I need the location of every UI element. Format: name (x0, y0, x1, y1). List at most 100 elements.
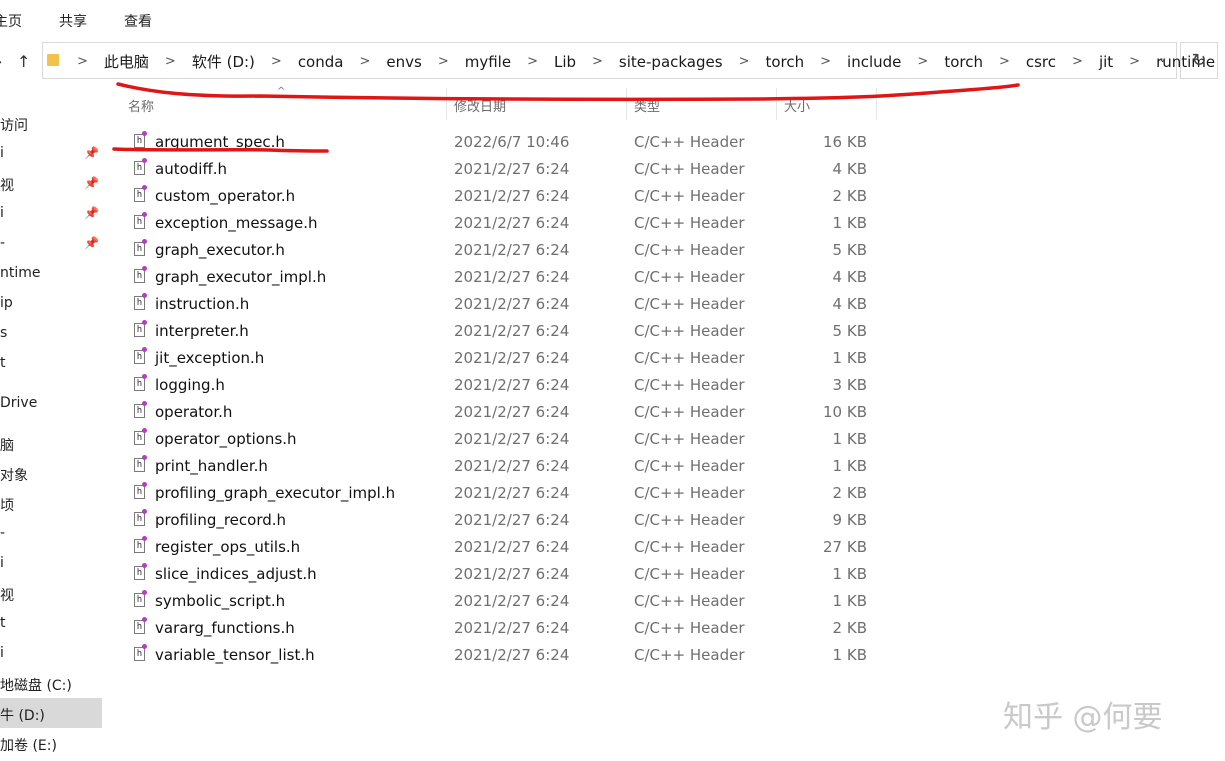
file-row[interactable]: h vararg_functions.h 2021/2/27 6:24 C/C++ H… (126, 615, 878, 642)
file-row[interactable]: h variable_tensor_list.h 2021/2/27 6:24 C/C… (126, 642, 878, 669)
crumb-this-pc[interactable]: 此电脑 (96, 51, 157, 72)
chevron-right-icon[interactable]: > (909, 54, 936, 69)
file-row[interactable]: h register_ops_utils.h 2021/2/27 6:24 C/C++… (126, 534, 878, 561)
header-file-icon: h (134, 539, 145, 553)
chevron-right-icon[interactable]: > (584, 54, 611, 69)
file-row[interactable]: h slice_indices_adjust.h 2021/2/27 6:24 C/C… (126, 561, 878, 588)
nav-item-drive-d[interactable]: 牛 (D:) (0, 705, 45, 725)
column-divider[interactable] (446, 88, 447, 120)
pin-icon[interactable]: 📌 (84, 176, 99, 190)
pin-icon[interactable]: 📌 (84, 206, 99, 220)
chevron-right-icon[interactable]: > (157, 54, 184, 69)
file-badge-icon (142, 212, 147, 217)
file-row[interactable]: h instruction.h 2021/2/27 6:24 C/C++ Header… (126, 291, 878, 318)
crumb-csrc[interactable]: csrc (1018, 53, 1064, 71)
nav-item-drive-e[interactable]: 加卷 (E:) (0, 735, 57, 755)
chevron-right-icon[interactable]: > (430, 54, 457, 69)
nav-item-pictures[interactable]: - (0, 525, 5, 541)
tab-view[interactable]: 查看 (124, 11, 152, 31)
nav-item-7[interactable]: t (0, 355, 6, 371)
nav-item-videos[interactable]: 顷 (0, 495, 14, 515)
nav-item-pinned-2[interactable]: 视 (0, 175, 14, 195)
crumb-myfile[interactable]: myfile (457, 53, 519, 71)
file-modified-date: 2021/2/27 6:24 (454, 403, 570, 421)
chevron-right-icon[interactable]: > (731, 54, 758, 69)
file-row[interactable]: h jit_exception.h 2021/2/27 6:24 C/C++ Head… (126, 345, 878, 372)
crumb-conda[interactable]: conda (290, 53, 352, 71)
column-header-date[interactable]: 修改日期 (454, 96, 506, 115)
nav-item-this-pc[interactable]: 脑 (0, 435, 14, 455)
chevron-right-icon[interactable]: > (263, 54, 290, 69)
refresh-button[interactable]: ↻ (1180, 42, 1218, 79)
crumb-jit[interactable]: jit (1091, 53, 1121, 71)
crumb-envs[interactable]: envs (378, 53, 429, 71)
column-divider[interactable] (776, 88, 777, 120)
file-modified-date: 2021/2/27 6:24 (454, 349, 570, 367)
nav-item-5[interactable]: ip (0, 295, 13, 311)
up-arrow-icon[interactable]: ↑ (17, 52, 30, 72)
file-row[interactable]: h operator.h 2021/2/27 6:24 C/C++ Header 10 … (126, 399, 878, 426)
chevron-down-icon[interactable]: ⌄ (1157, 51, 1168, 66)
sort-caret-icon: ^ (277, 86, 286, 97)
nav-item-drive-c[interactable]: 地磁盘 (C:) (0, 675, 72, 695)
address-bar[interactable]: > 此电脑 > 软件 (D:) > conda > envs > myfile … (42, 42, 1215, 79)
back-icon[interactable]: › (0, 52, 2, 72)
column-header-name[interactable]: 名称 (128, 96, 154, 115)
nav-item-3d-objects[interactable]: 对象 (0, 465, 28, 485)
nav-item-pinned-1[interactable]: i (0, 145, 4, 161)
file-row[interactable]: h argument_spec.h 2022/6/7 10:46 C/C++ Head… (126, 129, 878, 156)
file-size: 2 KB (832, 484, 867, 502)
file-type: C/C++ Header (634, 430, 745, 448)
nav-item-6[interactable]: s (0, 325, 7, 341)
chevron-right-icon[interactable]: > (69, 54, 96, 69)
file-row[interactable]: h print_handler.h 2021/2/27 6:24 C/C++ Head… (126, 453, 878, 480)
crumb-lib[interactable]: Lib (546, 53, 584, 71)
nav-item-desktop[interactable]: i (0, 645, 4, 661)
nav-item-pinned-4[interactable]: - (0, 235, 5, 251)
column-divider[interactable] (626, 88, 627, 120)
crumb-include[interactable]: include (839, 53, 909, 71)
crumb-site-packages[interactable]: site-packages (611, 53, 731, 71)
pin-icon[interactable]: 📌 (84, 236, 99, 250)
nav-item-onedrive[interactable]: Drive (0, 395, 37, 411)
crumb-torch-2[interactable]: torch (936, 53, 991, 71)
nav-item-pinned-3[interactable]: i (0, 205, 4, 221)
file-row[interactable]: h symbolic_script.h 2021/2/27 6:24 C/C++ He… (126, 588, 878, 615)
nav-item-quick-access[interactable]: 访问 (0, 115, 28, 135)
file-row[interactable]: h autodiff.h 2021/2/27 6:24 C/C++ Header 4 K… (126, 156, 878, 183)
file-badge-icon (142, 563, 147, 568)
chevron-right-icon[interactable]: > (519, 54, 546, 69)
file-row[interactable]: h custom_operator.h 2021/2/27 6:24 C/C++ He… (126, 183, 878, 210)
pin-icon[interactable]: 📌 (84, 146, 99, 160)
file-row[interactable]: h graph_executor.h 2021/2/27 6:24 C/C++ Hea… (126, 237, 878, 264)
file-row[interactable]: h operator_options.h 2021/2/27 6:24 C/C++ H… (126, 426, 878, 453)
nav-item-documents[interactable]: i (0, 555, 4, 571)
file-type: C/C++ Header (634, 349, 745, 367)
file-row[interactable]: h graph_executor_impl.h 2021/2/27 6:24 C/C+… (126, 264, 878, 291)
column-header-size[interactable]: 大小 (784, 96, 810, 115)
file-row[interactable]: h exception_message.h 2021/2/27 6:24 C/C++ … (126, 210, 878, 237)
file-row[interactable]: h profiling_record.h 2021/2/27 6:24 C/C++ H… (126, 507, 878, 534)
chevron-right-icon[interactable]: > (351, 54, 378, 69)
tab-home[interactable]: 主页 (0, 11, 22, 31)
file-row[interactable]: h logging.h 2021/2/27 6:24 C/C++ Header 3 KB (126, 372, 878, 399)
file-row[interactable]: h profiling_graph_executor_impl.h 2021/2/2… (126, 480, 878, 507)
nav-item-runtime[interactable]: ntime (0, 265, 41, 281)
crumb-drive-d[interactable]: 软件 (D:) (184, 51, 263, 72)
file-size: 4 KB (832, 160, 867, 178)
file-size: 1 KB (832, 430, 867, 448)
tab-share[interactable]: 共享 (59, 11, 87, 31)
chevron-right-icon[interactable]: > (1064, 54, 1091, 69)
chevron-right-icon[interactable]: > (991, 54, 1018, 69)
nav-item-downloads[interactable]: 视 (0, 585, 14, 605)
file-row[interactable]: h interpreter.h 2021/2/27 6:24 C/C++ Header… (126, 318, 878, 345)
nav-item-music[interactable]: t (0, 615, 6, 631)
chevron-right-icon[interactable]: > (812, 54, 839, 69)
column-divider[interactable] (876, 88, 877, 120)
column-header-type[interactable]: 类型 (634, 96, 660, 115)
file-modified-date: 2021/2/27 6:24 (454, 511, 570, 529)
file-name: slice_indices_adjust.h (155, 565, 317, 583)
crumb-torch[interactable]: torch (757, 53, 812, 71)
file-type: C/C++ Header (634, 376, 745, 394)
chevron-right-icon[interactable]: > (1121, 54, 1148, 69)
